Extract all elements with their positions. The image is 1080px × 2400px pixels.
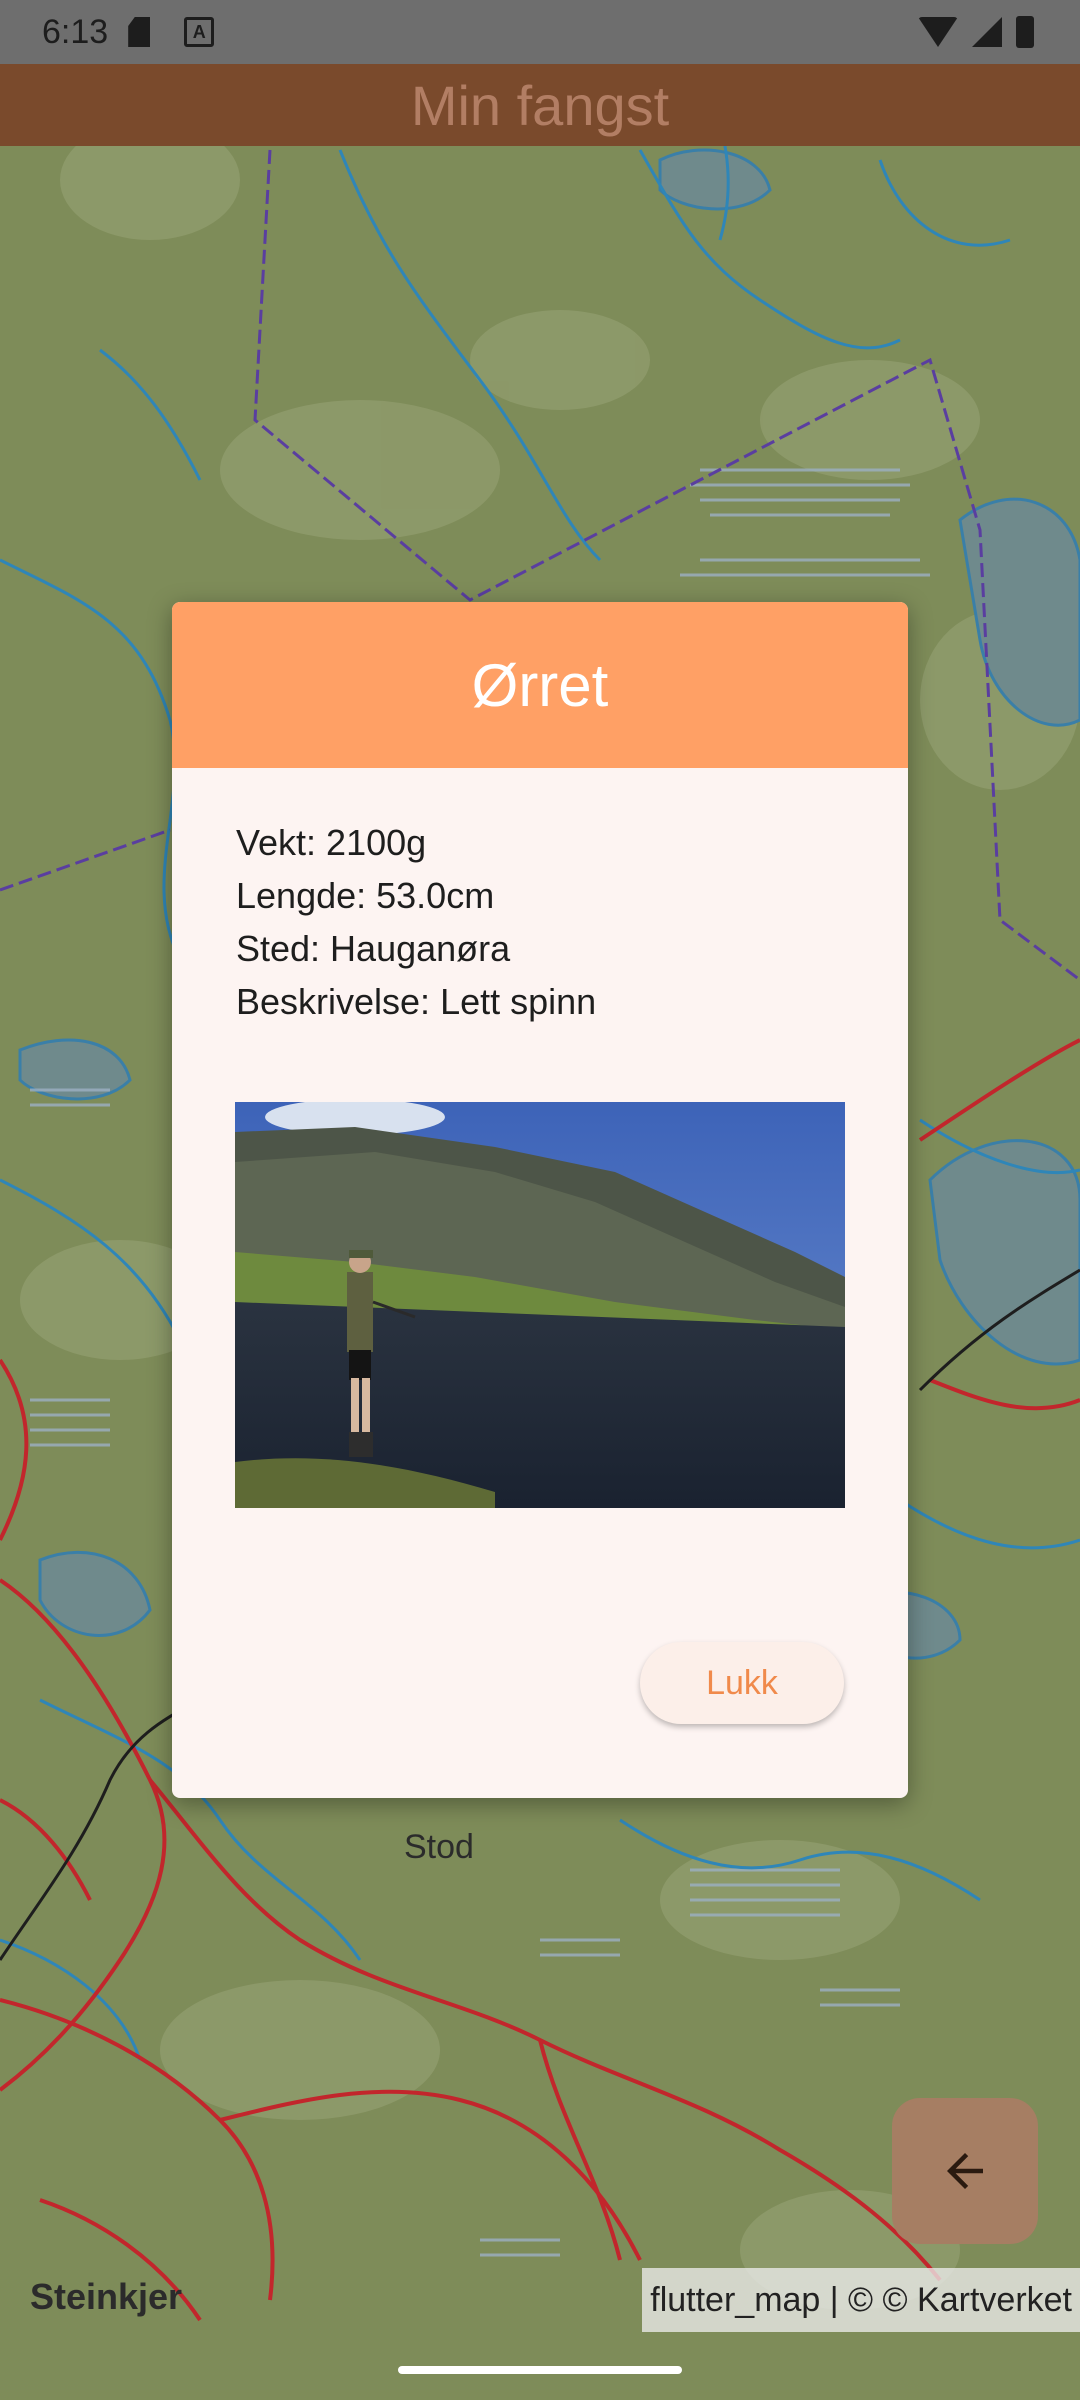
close-button[interactable]: Lukk bbox=[640, 1642, 844, 1724]
back-button[interactable] bbox=[892, 2098, 1038, 2244]
location-text: Sted: Hauganøra bbox=[236, 928, 511, 969]
battery-icon bbox=[1016, 16, 1034, 48]
status-bar: 6:13 A bbox=[0, 0, 1080, 64]
status-indicators bbox=[918, 16, 1034, 48]
description-text: Beskrivelse: Lett spinn bbox=[236, 981, 597, 1022]
map-place-label: Steinkjer bbox=[30, 2276, 183, 2317]
screen: Stod Steinkjer flutter_map | © © Kartver… bbox=[0, 0, 1080, 2400]
home-indicator[interactable] bbox=[398, 2366, 682, 2374]
length-text: Lengde: 53.0cm bbox=[236, 875, 495, 916]
dialog-body: Vekt: 2100g Lengde: 53.0cm Sted: Hauganø… bbox=[172, 768, 908, 1028]
autofill-icon: A bbox=[184, 17, 215, 47]
wifi-icon bbox=[918, 17, 958, 47]
app-bar: Min fangst bbox=[0, 64, 1080, 146]
dialog-title: Ørret bbox=[471, 651, 609, 719]
dialog-header: Ørret bbox=[172, 602, 908, 768]
weight-text: Vekt: 2100g bbox=[236, 822, 427, 863]
sd-card-icon bbox=[128, 17, 151, 47]
map-attribution[interactable]: flutter_map | © © Kartverket bbox=[642, 2268, 1080, 2332]
catch-photo bbox=[235, 1102, 845, 1508]
page-title: Min fangst bbox=[410, 73, 670, 137]
arrow-back-icon bbox=[947, 2153, 983, 2189]
map-place-label: Stod bbox=[404, 1828, 474, 1866]
catch-detail-dialog: Ørret Vekt: 2100g Lengde: 53.0cm Sted: H… bbox=[172, 602, 908, 1798]
status-time: 6:13 bbox=[42, 12, 109, 51]
signal-icon bbox=[972, 17, 1002, 47]
